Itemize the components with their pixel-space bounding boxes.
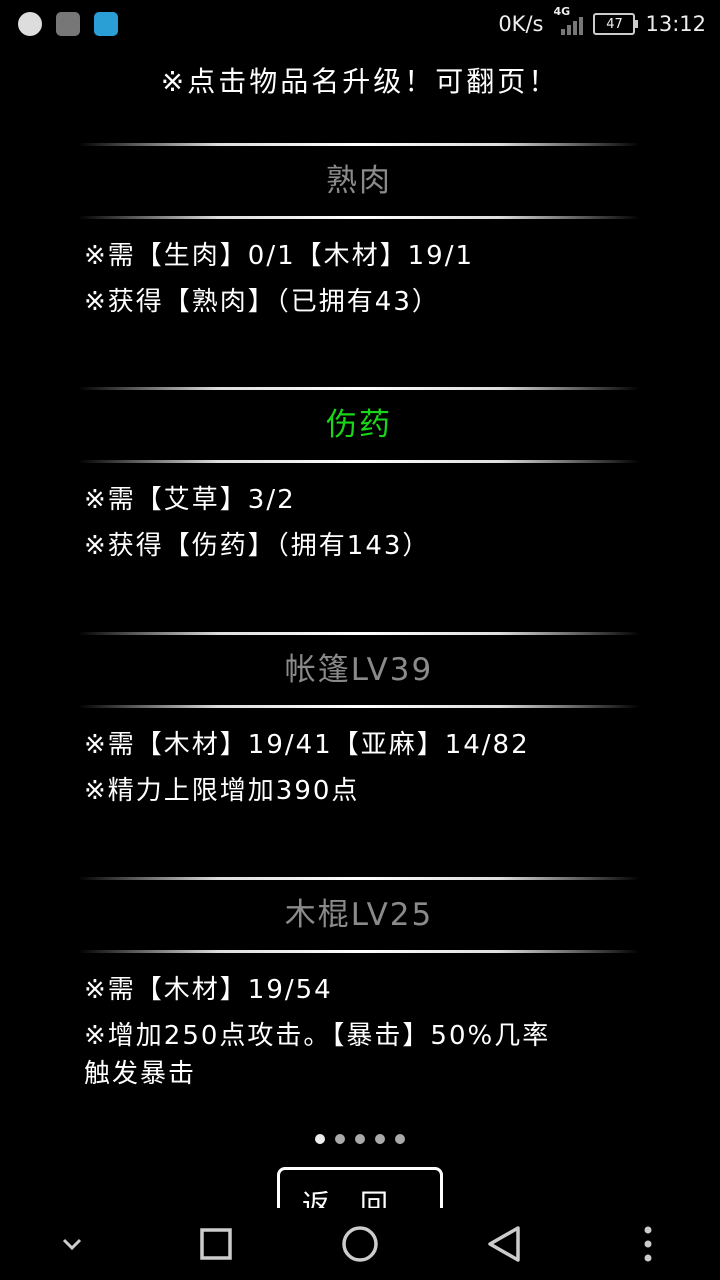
- requirement-text: ※需【木材】19/54: [84, 975, 333, 1005]
- item-name-button[interactable]: 熟肉: [78, 146, 640, 216]
- divider: [78, 460, 640, 463]
- network-speed: 0K/s: [498, 12, 544, 36]
- item-name-button[interactable]: 木棍LV25: [78, 880, 640, 950]
- page-hint: ※点击物品名升级！可翻页！: [160, 65, 560, 98]
- triangle-back-icon[interactable]: [474, 1214, 534, 1274]
- reward-text: ※获得【伤药】（拥有143）: [84, 531, 431, 561]
- battery-level: 47: [606, 16, 623, 32]
- divider: [78, 705, 640, 708]
- craft-card-cooked-meat: 熟肉 ※需【生肉】0/1【木材】19/1 ※获得【熟肉】（已拥有43）: [78, 143, 640, 325]
- avatar-notification-icon: [18, 12, 42, 36]
- reward-text: ※获得【熟肉】（已拥有43）: [84, 287, 440, 317]
- page-dot[interactable]: [375, 1134, 385, 1144]
- effect-text: ※精力上限增加390点: [84, 776, 360, 806]
- circle-icon[interactable]: [330, 1214, 390, 1274]
- clock: 13:12: [645, 12, 706, 36]
- item-name-button[interactable]: 伤药: [78, 390, 640, 460]
- page-indicator: [0, 1134, 720, 1144]
- status-bar: 0K/s 4G 47 13:12: [0, 0, 720, 48]
- image-notification-icon: [56, 12, 80, 36]
- square-icon[interactable]: [186, 1214, 246, 1274]
- craft-card-wooden-stick: 木棍LV25 ※需【木材】19/54 ※增加250点攻击。【暴击】50%几率 触…: [78, 877, 640, 1097]
- more-vertical-icon[interactable]: [618, 1214, 678, 1274]
- chevron-down-icon[interactable]: [42, 1214, 102, 1274]
- page-dot[interactable]: [395, 1134, 405, 1144]
- divider: [78, 950, 640, 953]
- battery-icon: 47: [593, 13, 639, 35]
- requirement-text: ※需【木材】19/41【亚麻】14/82: [84, 730, 530, 760]
- requirement-text: ※需【生肉】0/1【木材】19/1: [84, 241, 475, 271]
- signal-icon: 4G: [553, 5, 584, 37]
- navigation-bar: [0, 1208, 720, 1280]
- item-name-button[interactable]: 帐篷LV39: [78, 635, 640, 705]
- requirement-text: ※需【艾草】3/2: [84, 485, 296, 515]
- craft-card-tent: 帐篷LV39 ※需【木材】19/41【亚麻】14/82 ※精力上限增加390点: [78, 632, 640, 814]
- page-dot[interactable]: [335, 1134, 345, 1144]
- page-dot[interactable]: [355, 1134, 365, 1144]
- craft-card-medicine: 伤药 ※需【艾草】3/2 ※获得【伤药】（拥有143）: [78, 387, 640, 569]
- page-dot[interactable]: [315, 1134, 325, 1144]
- divider: [78, 216, 640, 219]
- chat-notification-icon: [94, 12, 118, 36]
